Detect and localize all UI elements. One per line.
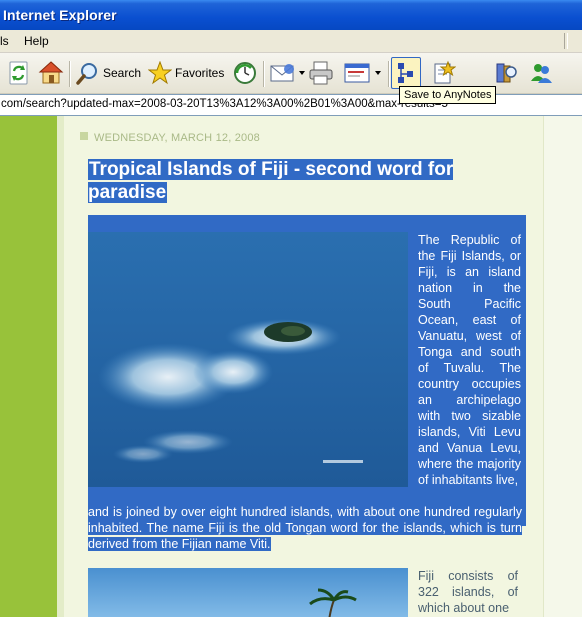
anynotes-tooltip: Save to AnyNotes (399, 86, 497, 104)
research-button[interactable] (494, 59, 518, 87)
research-icon (496, 63, 517, 83)
right-page-margin (543, 116, 582, 617)
edit-button[interactable] (344, 59, 381, 87)
window-title: Internet Explorer (3, 7, 117, 23)
date-bullet-icon (80, 132, 88, 140)
post-paragraph-full[interactable]: and is joined by over eight hundred isla… (88, 504, 522, 552)
address-url[interactable]: com/search?updated-max=2008-03-20T13%3A1… (1, 98, 448, 110)
left-sidebar-stripe (0, 116, 57, 617)
post-paragraph-second[interactable]: Fiji consists of 322 islands, of which a… (418, 568, 518, 616)
post-title[interactable]: Tropical Islands of Fiji - second word f… (88, 158, 528, 204)
page-content: WEDNESDAY, MARCH 12, 2008 Tropical Islan… (0, 116, 582, 617)
post-date: WEDNESDAY, MARCH 12, 2008 (94, 132, 260, 144)
fiji-island-photo (88, 232, 408, 487)
paragraph-text[interactable]: The Republic of the Fiji Islands, or Fij… (418, 233, 521, 487)
favorites-button[interactable]: Favorites (148, 59, 224, 87)
menu-item-help[interactable]: Help (24, 34, 49, 48)
print-button[interactable] (308, 59, 334, 87)
menu-separator (564, 33, 568, 49)
notes-button[interactable] (432, 59, 456, 87)
home-button[interactable] (38, 59, 64, 87)
history-button[interactable] (232, 59, 258, 87)
history-icon (234, 62, 256, 84)
menu-item-tools[interactable]: ls (0, 34, 9, 48)
anynotes-icon (398, 63, 413, 83)
search-icon (76, 63, 97, 85)
save-to-anynotes-button[interactable] (391, 57, 421, 89)
search-label: Search (103, 66, 142, 80)
home-icon (38, 61, 64, 84)
mail-icon (270, 64, 294, 82)
messenger-icon (531, 64, 552, 83)
toolbar-separator (388, 61, 390, 87)
edit-page-icon (344, 63, 370, 83)
messenger-button[interactable] (529, 59, 553, 87)
mail-button[interactable] (270, 59, 305, 87)
toolbar-separator (69, 61, 71, 87)
refresh-button[interactable] (8, 59, 30, 87)
paragraph-text[interactable]: and is joined by over eight hundred isla… (88, 505, 522, 551)
menu-bar: ls Help (0, 30, 582, 53)
star-icon (148, 61, 172, 85)
fiji-beach-photo (88, 568, 408, 617)
search-button[interactable]: Search (76, 59, 141, 87)
post-title-text[interactable]: Tropical Islands of Fiji - second word f… (88, 159, 454, 203)
chevron-down-icon[interactable] (299, 71, 305, 75)
toolbar-separator (263, 61, 265, 87)
chevron-down-icon[interactable] (375, 71, 381, 75)
refresh-icon (9, 61, 28, 85)
printer-icon (309, 61, 333, 85)
window-titlebar[interactable]: Internet Explorer (0, 0, 582, 30)
favorites-label: Favorites (175, 66, 225, 80)
left-page-edge (57, 116, 64, 617)
notepad-star-icon (434, 60, 456, 84)
post-paragraph-side[interactable]: The Republic of the Fiji Islands, or Fij… (418, 232, 521, 488)
